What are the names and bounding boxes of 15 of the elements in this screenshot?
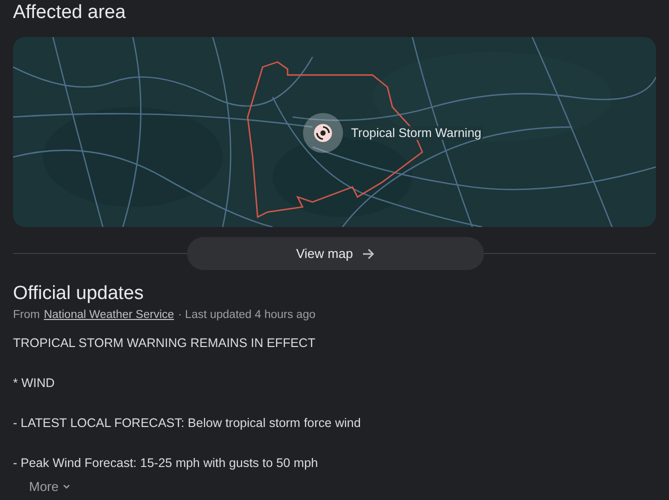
updated-text: · Last updated 4 hours ago: [178, 309, 316, 321]
update-text: - Peak Wind Forecast: 15-25 mph with gusts to 50 mph: [13, 455, 319, 471]
source-prefix: From: [13, 309, 40, 321]
storm-marker-icon[interactable]: [303, 113, 343, 153]
arrow-icon: [360, 246, 375, 260]
update-text: - LATEST LOCAL FORECAST: Below tropical storm force wind: [13, 415, 362, 431]
section-title: Official updates: [13, 282, 145, 306]
more-button[interactable]: More: [29, 479, 71, 494]
source-link[interactable]: National Weather Service: [44, 309, 174, 321]
update-text: * WIND: [13, 375, 56, 391]
section-title: Affected area: [13, 1, 127, 25]
update-text: TROPICAL STORM WARNING REMAINS IN EFFECT: [13, 335, 316, 351]
view-map-button[interactable]: View map: [187, 237, 484, 270]
chevron-down-icon: [62, 482, 71, 491]
marker-label: Tropical Storm Warning: [349, 126, 484, 140]
